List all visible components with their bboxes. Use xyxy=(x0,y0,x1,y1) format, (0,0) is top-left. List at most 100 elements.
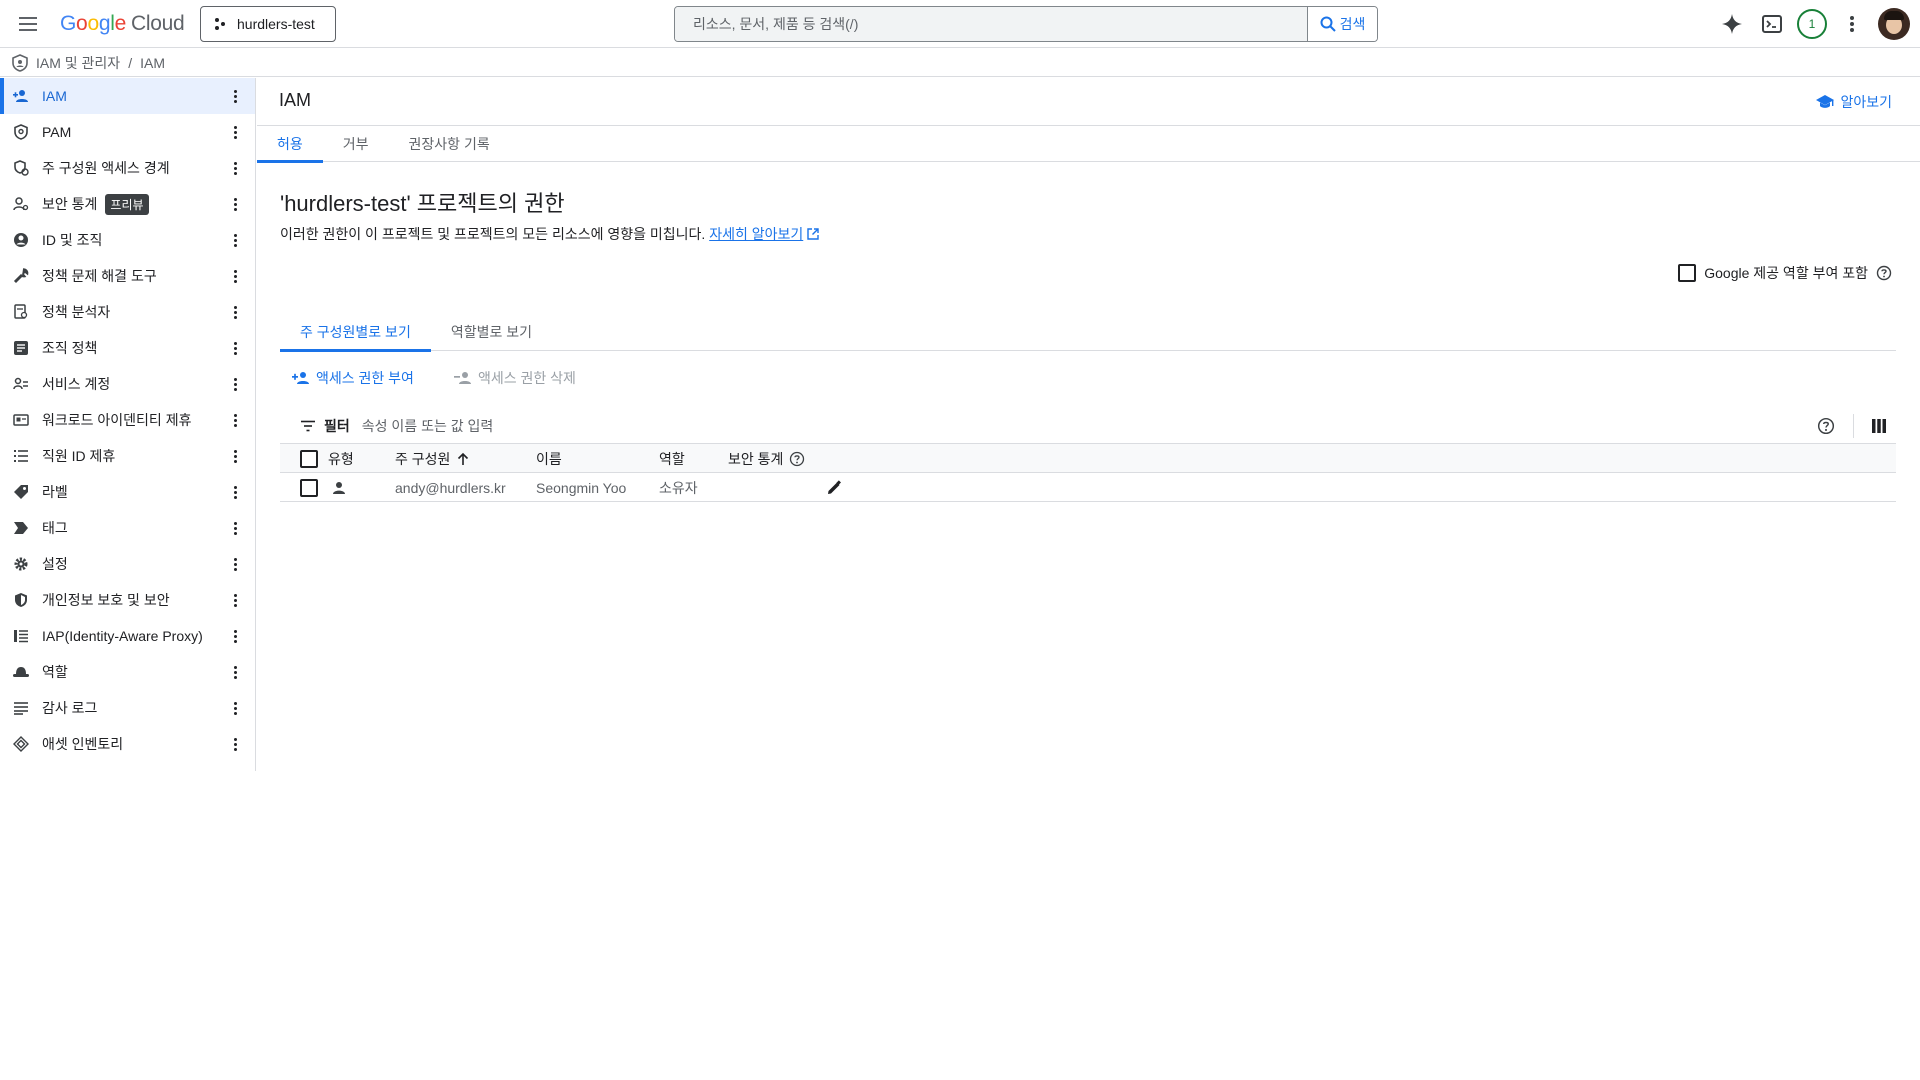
filter-label-text: 필터 xyxy=(324,417,350,434)
sidebar-item-labels[interactable]: 라벨 xyxy=(0,474,255,510)
learn-more-link[interactable]: 자세히 알아보기 xyxy=(709,226,803,242)
open-in-new-icon xyxy=(807,228,819,240)
header-security-insights[interactable]: 보안 통계 xyxy=(728,444,805,473)
header-principal[interactable]: 주 구성원 xyxy=(395,444,470,473)
tab-view-by-principal[interactable]: 주 구성원별로 보기 xyxy=(280,315,431,352)
gemini-sparkle-icon[interactable] xyxy=(1712,4,1752,44)
edit-pencil-icon xyxy=(828,479,841,494)
tab-view-by-role[interactable]: 역할별로 보기 xyxy=(431,315,552,351)
list-icon xyxy=(12,447,30,465)
person-remove-icon xyxy=(453,372,471,384)
more-vert-icon[interactable] xyxy=(225,662,245,682)
header-role[interactable]: 역할 xyxy=(659,444,685,473)
help-icon[interactable] xyxy=(789,451,805,467)
person-add-icon xyxy=(292,372,309,384)
filter-label: 필터 xyxy=(280,416,350,436)
more-vert-icon[interactable] xyxy=(225,374,245,394)
sidebar-item-security-insights[interactable]: 보안 통계 프리뷰 xyxy=(0,186,255,222)
more-vert-icon[interactable] xyxy=(225,86,245,106)
top-icons: 1 xyxy=(1712,0,1920,48)
sidebar-item-label: 설정 xyxy=(42,556,68,572)
tab-recommendation-history[interactable]: 권장사항 기록 xyxy=(389,126,510,162)
sidebar-item-label: ID 및 조직 xyxy=(42,232,103,248)
google-roles-checkbox[interactable] xyxy=(1678,264,1697,282)
more-vert-icon[interactable] xyxy=(225,446,245,466)
breadcrumb: IAM 및 관리자 / IAM xyxy=(0,49,1920,77)
sidebar-item-pam[interactable]: PAM xyxy=(0,114,255,150)
page-title: IAM xyxy=(279,90,312,110)
account-circle-icon xyxy=(12,231,30,249)
project-picker[interactable]: hurdlers-test xyxy=(200,6,336,42)
more-vert-icon[interactable] xyxy=(225,554,245,574)
sidebar-item-workforce-identity[interactable]: 직원 ID 제휴 xyxy=(0,438,255,474)
sidebar-item-label: 정책 분석자 xyxy=(42,304,111,320)
more-vert-icon[interactable] xyxy=(225,590,245,610)
more-vert-icon[interactable] xyxy=(225,122,245,142)
header-type[interactable]: 유형 xyxy=(328,444,354,473)
more-vert-icon[interactable] xyxy=(225,698,245,718)
more-vert-icon[interactable] xyxy=(225,482,245,502)
tab-deny[interactable]: 거부 xyxy=(323,126,389,162)
more-vert-icon[interactable] xyxy=(225,158,245,178)
sidebar-item-service-accounts[interactable]: 서비스 계정 xyxy=(0,366,255,402)
action-bar: 액세스 권한 부여 액세스 권한 삭제 xyxy=(292,368,576,388)
more-vert-icon[interactable] xyxy=(225,194,245,214)
top-bar: GoogleCloud hurdlers-test 검색 1 xyxy=(0,0,1920,48)
learn-button[interactable]: 알아보기 xyxy=(1816,92,1892,112)
more-vert-icon[interactable] xyxy=(225,302,245,322)
google-cloud-logo[interactable]: Google Cloud xyxy=(60,12,185,36)
search-input[interactable] xyxy=(675,7,1307,41)
search-icon xyxy=(1320,16,1336,32)
lines-icon xyxy=(12,699,30,717)
edit-principal-button[interactable] xyxy=(826,473,842,502)
table-header-row: 유형 주 구성원 이름 역할 보안 통계 xyxy=(280,444,1896,473)
sidebar-item-iap[interactable]: IAP(Identity-Aware Proxy) xyxy=(0,618,255,654)
main-content: IAM 알아보기 허용 거부 권장사항 기록 'hurdlers-test' 프… xyxy=(257,78,1920,1080)
more-vert-icon[interactable] xyxy=(1832,4,1872,44)
more-vert-icon[interactable] xyxy=(225,626,245,646)
notifications-button[interactable]: 1 xyxy=(1792,4,1832,44)
sidebar-item-workload-identity[interactable]: 워크로드 아이덴티티 제휴 xyxy=(0,402,255,438)
sidebar-item-audit-logs[interactable]: 감사 로그 xyxy=(0,690,255,726)
table-help-icon[interactable] xyxy=(1817,417,1835,435)
principal-cell: andy@hurdlers.kr xyxy=(395,479,506,496)
sidebar-item-identity-org[interactable]: ID 및 조직 xyxy=(0,222,255,258)
more-vert-icon[interactable] xyxy=(225,518,245,538)
grant-access-button[interactable]: 액세스 권한 부여 xyxy=(292,368,414,388)
sidebar-item-policy-analyzer[interactable]: 정책 분석자 xyxy=(0,294,255,330)
sidebar-item-roles[interactable]: 역할 xyxy=(0,654,255,690)
boundary-icon xyxy=(12,159,30,177)
tab-allow[interactable]: 허용 xyxy=(257,126,323,163)
sidebar-item-asset-inventory[interactable]: 애셋 인벤토리 xyxy=(0,726,255,762)
row-checkbox[interactable] xyxy=(300,478,318,497)
breadcrumb-current[interactable]: IAM xyxy=(140,55,165,71)
help-icon[interactable] xyxy=(1876,265,1892,281)
select-all-checkbox[interactable] xyxy=(300,449,318,468)
sidebar-item-principal-access-boundary[interactable]: 주 구성원 액세스 경계 xyxy=(0,150,255,186)
sidebar-item-label: 워크로드 아이덴티티 제휴 xyxy=(42,412,192,428)
column-display-icon[interactable] xyxy=(1872,419,1886,433)
search-button[interactable]: 검색 xyxy=(1307,7,1377,41)
sidebar-item-settings[interactable]: 설정 xyxy=(0,546,255,582)
privacy-shield-icon xyxy=(12,591,30,609)
more-vert-icon[interactable] xyxy=(225,410,245,430)
cloud-shell-icon[interactable] xyxy=(1752,4,1792,44)
sidebar-item-privacy-security[interactable]: 개인정보 보호 및 보안 xyxy=(0,582,255,618)
search-button-label: 검색 xyxy=(1339,16,1366,32)
main-menu-icon[interactable] xyxy=(14,10,42,38)
more-vert-icon[interactable] xyxy=(225,266,245,286)
breadcrumb-parent[interactable]: IAM 및 관리자 xyxy=(36,53,120,73)
more-vert-icon[interactable] xyxy=(225,338,245,358)
user-avatar[interactable] xyxy=(1878,8,1910,40)
sidebar-item-org-policy[interactable]: 조직 정책 xyxy=(0,330,255,366)
more-vert-icon[interactable] xyxy=(225,734,245,754)
more-vert-icon[interactable] xyxy=(225,230,245,250)
remove-access-button[interactable]: 액세스 권한 삭제 xyxy=(453,368,576,388)
header-name[interactable]: 이름 xyxy=(536,444,562,473)
sidebar-item-iam[interactable]: IAM xyxy=(0,78,255,114)
sidebar-item-tags[interactable]: 태그 xyxy=(0,510,255,546)
filter-input[interactable] xyxy=(361,417,962,434)
toolbar-divider xyxy=(1853,414,1854,438)
security-insights-icon xyxy=(12,195,30,213)
sidebar-item-policy-troubleshooter[interactable]: 정책 문제 해결 도구 xyxy=(0,258,255,294)
